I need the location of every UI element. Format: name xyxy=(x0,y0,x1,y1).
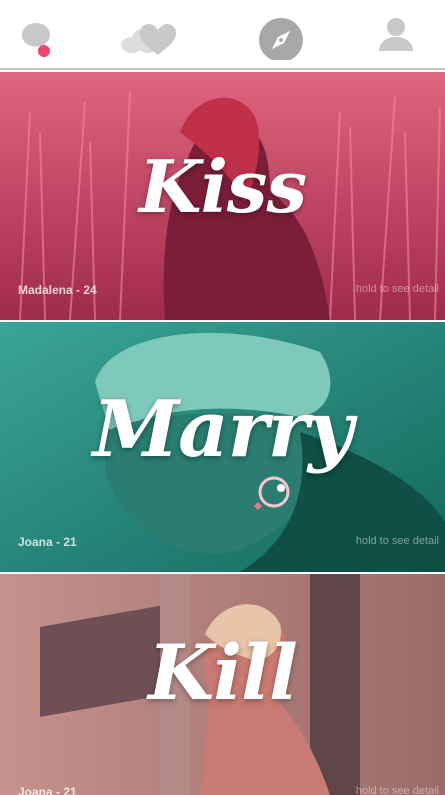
card-hint: hold to see detail xyxy=(355,785,439,795)
card-kill[interactable]: Kill Joana - 21 hold to see detail xyxy=(0,574,445,795)
card-word: Kill xyxy=(148,628,298,717)
card-word: Marry xyxy=(92,384,353,475)
cloud-heart-icon xyxy=(121,24,176,55)
nav-profile-button[interactable] xyxy=(372,12,420,60)
card-person-name: Madalena - 24 xyxy=(18,283,97,297)
nav-discover-button[interactable] xyxy=(257,12,305,60)
card-word: Kiss xyxy=(139,144,307,229)
card-kiss[interactable]: Kiss Madalena - 24 hold to see detail xyxy=(0,72,445,320)
chat-bubble-icon xyxy=(22,23,50,51)
nav-likes-button[interactable] xyxy=(118,12,178,60)
card-marry[interactable]: Marry Joana - 21 hold to see detail xyxy=(0,322,445,572)
card-hint: hold to see detail xyxy=(355,535,439,547)
ring-icon xyxy=(254,476,290,510)
top-nav-bar xyxy=(0,0,445,70)
card-person-name: Joana - 21 xyxy=(18,785,77,795)
card-person-name: Joana - 21 xyxy=(18,535,77,549)
notification-badge xyxy=(38,45,50,57)
nav-chat-button[interactable] xyxy=(12,12,60,60)
card-hint: hold to see detail xyxy=(355,283,439,295)
person-icon xyxy=(379,18,413,51)
compass-icon xyxy=(259,18,303,60)
